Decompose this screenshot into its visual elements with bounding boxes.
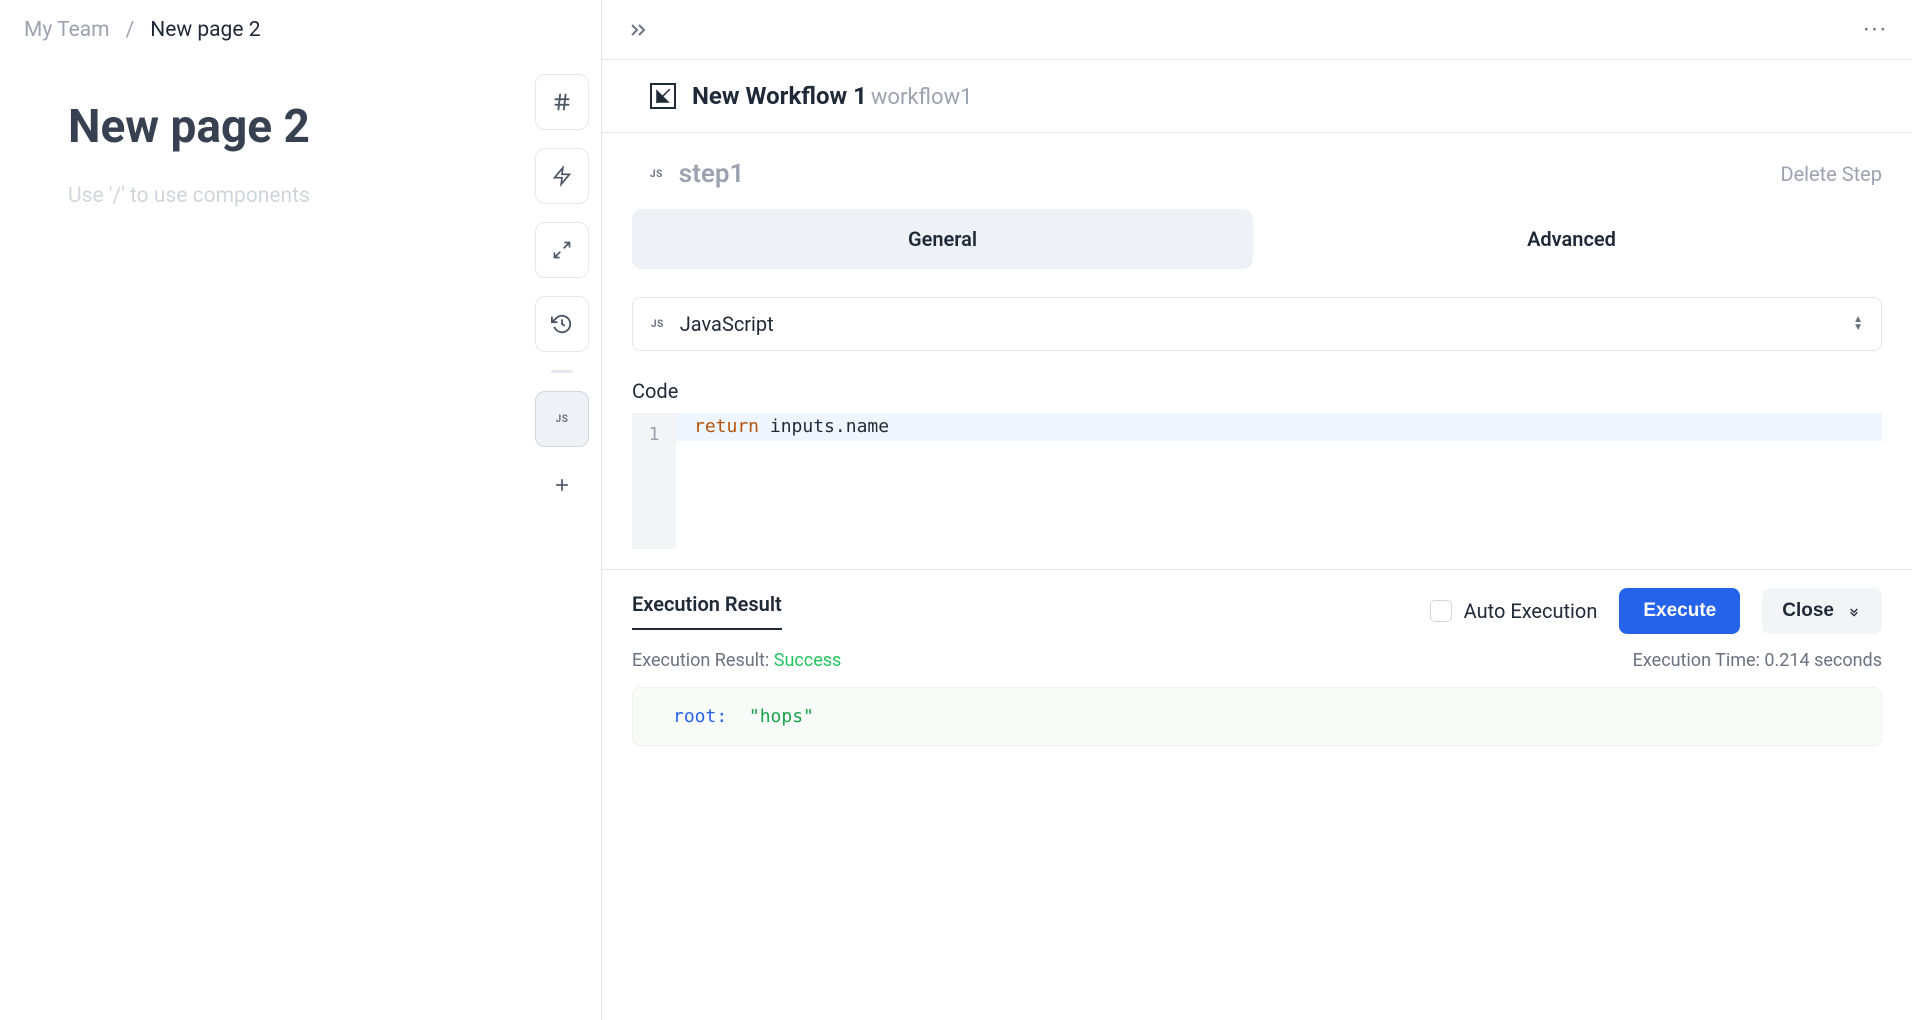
- execution-result-tab[interactable]: Execution Result: [632, 592, 782, 630]
- more-icon: ···: [1863, 16, 1888, 44]
- output-root-key: root:: [673, 706, 727, 727]
- auto-execution-label: Auto Execution: [1464, 599, 1598, 623]
- toolbar-divider: [551, 370, 573, 373]
- language-select[interactable]: JS JavaScript ▲▼: [632, 297, 1882, 351]
- close-button-label: Close: [1782, 600, 1834, 622]
- execution-time: Execution Time: 0.214 seconds: [1633, 650, 1882, 671]
- breadcrumb-team[interactable]: My Team: [24, 18, 110, 42]
- code-line[interactable]: return inputs.name: [676, 413, 1882, 441]
- history-icon: [551, 313, 573, 335]
- expand-icon: [552, 240, 572, 260]
- select-caret-icon: ▲▼: [1853, 316, 1863, 332]
- status-success: Success: [774, 650, 842, 671]
- auto-execution-checkbox[interactable]: [1430, 600, 1452, 622]
- plus-icon: [552, 475, 572, 495]
- chevron-down-icon: [1846, 603, 1862, 619]
- code-label: Code: [602, 379, 1912, 403]
- workflow-title[interactable]: New Workflow 1: [692, 82, 867, 110]
- breadcrumb-page[interactable]: New page 2: [150, 18, 260, 42]
- lightning-icon: [552, 165, 572, 187]
- js-step-button[interactable]: JS: [535, 391, 589, 447]
- step-js-icon: JS: [650, 169, 663, 180]
- more-options-button[interactable]: ···: [1863, 16, 1888, 44]
- execution-status: Execution Result: Success: [632, 650, 841, 671]
- execution-panel: Execution Result Auto Execution Execute …: [602, 569, 1912, 770]
- tab-general[interactable]: General: [632, 209, 1253, 269]
- side-toolbar: JS: [535, 74, 589, 505]
- code-gutter: 1: [632, 413, 676, 549]
- workflow-icon: [650, 83, 676, 109]
- line-number: 1: [632, 421, 676, 449]
- output-root-value: "hops": [749, 706, 814, 727]
- hash-tool-button[interactable]: [535, 74, 589, 130]
- language-label: JavaScript: [680, 312, 774, 336]
- code-editor[interactable]: 1 return inputs.name: [632, 413, 1882, 549]
- language-js-icon: JS: [651, 319, 664, 330]
- tab-advanced[interactable]: Advanced: [1261, 209, 1882, 269]
- execute-button[interactable]: Execute: [1619, 588, 1740, 634]
- close-button[interactable]: Close: [1762, 588, 1882, 634]
- execution-output: root: "hops": [632, 687, 1882, 746]
- workflow-header: New Workflow 1 workflow1: [602, 60, 1912, 133]
- workflow-subtitle: workflow1: [871, 85, 973, 110]
- page-title[interactable]: New page 2: [68, 100, 581, 154]
- delete-step-button[interactable]: Delete Step: [1780, 162, 1882, 186]
- page-content-placeholder[interactable]: Use '/' to use components: [68, 184, 581, 208]
- history-tool-button[interactable]: [535, 296, 589, 352]
- chevrons-right-icon: [626, 18, 650, 42]
- lightning-tool-button[interactable]: [535, 148, 589, 204]
- collapse-panel-button[interactable]: [626, 18, 650, 42]
- breadcrumb: My Team / New page 2: [0, 0, 601, 60]
- breadcrumb-separator: /: [126, 18, 135, 42]
- add-step-button[interactable]: [535, 465, 589, 505]
- expand-tool-button[interactable]: [535, 222, 589, 278]
- step-name[interactable]: step1: [679, 159, 745, 189]
- js-icon: JS: [556, 414, 569, 425]
- hash-icon: [551, 91, 573, 113]
